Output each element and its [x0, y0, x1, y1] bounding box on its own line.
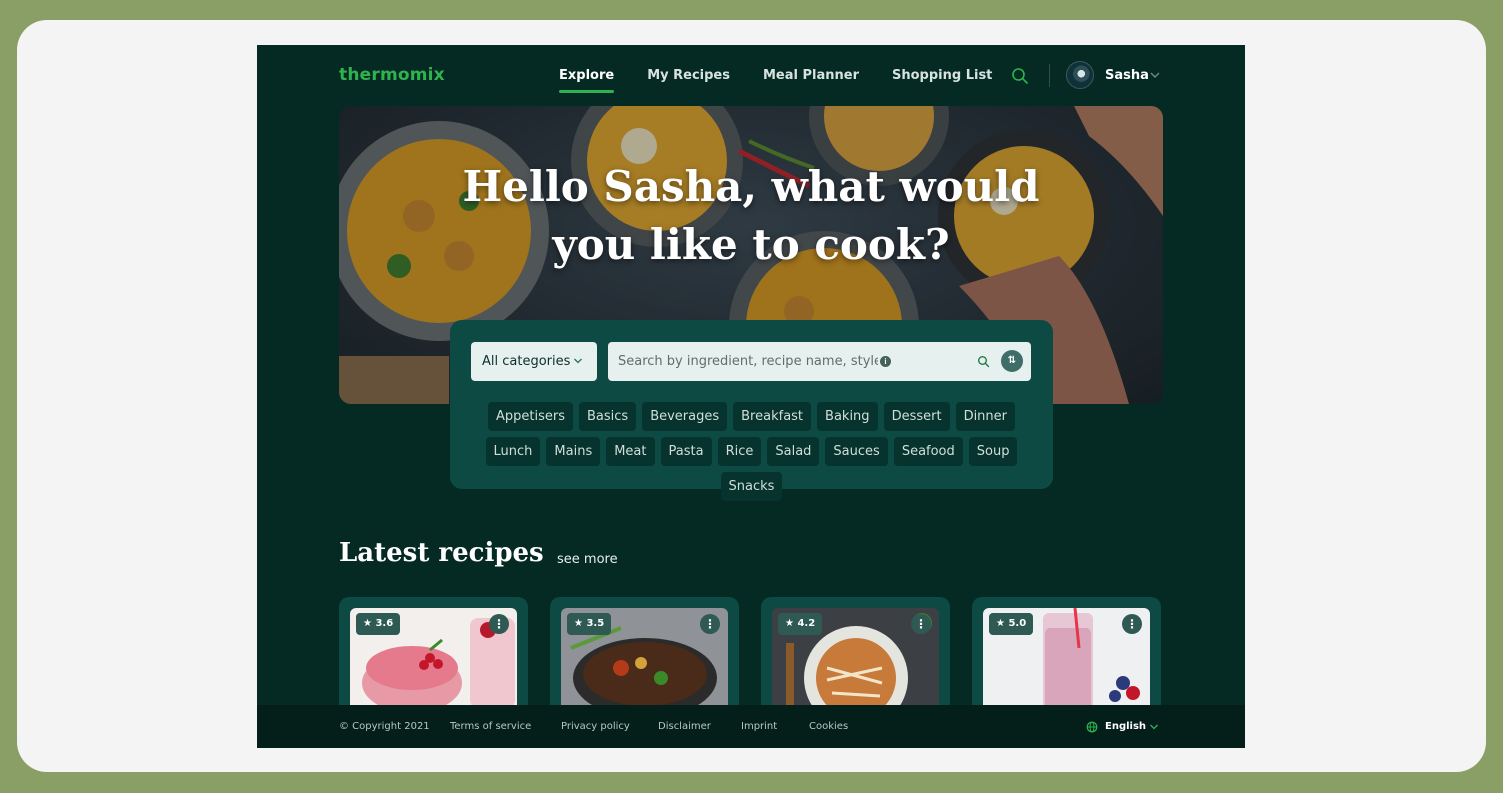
chevron-down-icon[interactable]	[1149, 69, 1161, 81]
chip-dessert[interactable]: Dessert	[883, 402, 950, 431]
chip-mains[interactable]: Mains	[546, 437, 601, 466]
chip-lunch[interactable]: Lunch	[485, 437, 541, 466]
main-nav: Explore My Recipes Meal Planner Shopping…	[559, 68, 1025, 93]
rating-badge: ★ 4.2	[778, 613, 823, 635]
search-box: i ⇅	[608, 342, 1031, 381]
avatar[interactable]	[1066, 61, 1094, 89]
search-panel: All categories i ⇅ Appetisers Basics Bev…	[450, 320, 1053, 501]
rating-badge: ★ 3.6	[356, 613, 401, 635]
more-options-icon[interactable]: ⋮	[700, 614, 720, 634]
chip-baking[interactable]: Baking	[817, 402, 878, 431]
logo[interactable]: thermomix	[339, 65, 445, 85]
search-icon[interactable]	[1011, 67, 1029, 85]
chip-appetisers[interactable]: Appetisers	[487, 402, 573, 431]
chip-pasta[interactable]: Pasta	[660, 437, 712, 466]
header-divider	[1049, 64, 1050, 87]
nav-my-recipes[interactable]: My Recipes	[647, 68, 730, 83]
nav-shopping-list[interactable]: Shopping List	[892, 68, 992, 83]
info-icon[interactable]: i	[880, 356, 891, 367]
chip-beverages[interactable]: Beverages	[642, 402, 728, 431]
footer-link-terms[interactable]: Terms of service	[450, 721, 531, 732]
category-select[interactable]: All categories	[471, 342, 597, 381]
chip-salad[interactable]: Salad	[767, 437, 820, 466]
more-options-icon[interactable]: ⋮	[1122, 614, 1142, 634]
chip-sauces[interactable]: Sauces	[825, 437, 888, 466]
copyright: © Copyright 2021	[339, 721, 430, 732]
more-options-icon[interactable]: ⋮	[489, 614, 509, 634]
recipe-card[interactable]: ★ 4.2 ⋮	[761, 597, 950, 717]
recipe-card[interactable]: ★ 5.0 ⋮	[972, 597, 1161, 717]
hero-title: Hello Sasha, what would you like to cook…	[462, 162, 1040, 269]
language-select[interactable]: English	[1105, 721, 1146, 732]
chip-breakfast[interactable]: Breakfast	[733, 402, 812, 431]
category-chips: Appetisers Basics Beverages Breakfast Ba…	[471, 402, 1032, 501]
chip-snacks[interactable]: Snacks	[720, 472, 783, 501]
nav-explore[interactable]: Explore	[559, 68, 615, 93]
chip-rice[interactable]: Rice	[717, 437, 762, 466]
category-select-label: All categories	[482, 354, 571, 369]
footer-link-imprint[interactable]: Imprint	[741, 721, 777, 732]
chip-basics[interactable]: Basics	[578, 402, 637, 431]
search-input[interactable]	[618, 342, 878, 381]
chip-soup[interactable]: Soup	[968, 437, 1018, 466]
chip-meat[interactable]: Meat	[606, 437, 655, 466]
recipe-card[interactable]: ★ 3.5 ⋮	[550, 597, 739, 717]
chip-seafood[interactable]: Seafood	[893, 437, 963, 466]
rating-value: 4.2	[797, 618, 816, 629]
footer-link-disclaimer[interactable]: Disclaimer	[658, 721, 711, 732]
rating-value: 5.0	[1008, 618, 1027, 629]
filter-icon[interactable]: ⇅	[1001, 350, 1023, 372]
rating-value: 3.6	[375, 618, 394, 629]
user-name[interactable]: Sasha	[1105, 68, 1149, 83]
chevron-down-icon[interactable]	[1149, 722, 1159, 732]
recipe-cards: ★ 3.6 ⋮ ★ 3.5 ⋮ ★ 4.2 ⋮ ★ 5.0 ⋮	[339, 597, 1163, 717]
rating-badge: ★ 3.5	[567, 613, 612, 635]
more-options-icon[interactable]: ⋮	[911, 614, 931, 634]
footer: © Copyright 2021 Terms of service Privac…	[257, 705, 1245, 748]
recipe-card[interactable]: ★ 3.6 ⋮	[339, 597, 528, 717]
globe-icon	[1086, 721, 1098, 733]
footer-link-cookies[interactable]: Cookies	[809, 721, 848, 732]
footer-link-privacy[interactable]: Privacy policy	[561, 721, 630, 732]
chevron-down-icon	[574, 358, 582, 364]
rating-badge: ★ 5.0	[989, 613, 1034, 635]
section-title: Latest recipes	[339, 538, 544, 568]
search-icon[interactable]	[977, 355, 990, 368]
rating-value: 3.5	[586, 618, 605, 629]
chip-dinner[interactable]: Dinner	[955, 402, 1016, 431]
see-more-link[interactable]: see more	[557, 552, 618, 567]
app-window: thermomix Explore My Recipes Meal Planne…	[257, 45, 1245, 748]
nav-meal-planner[interactable]: Meal Planner	[763, 68, 859, 83]
